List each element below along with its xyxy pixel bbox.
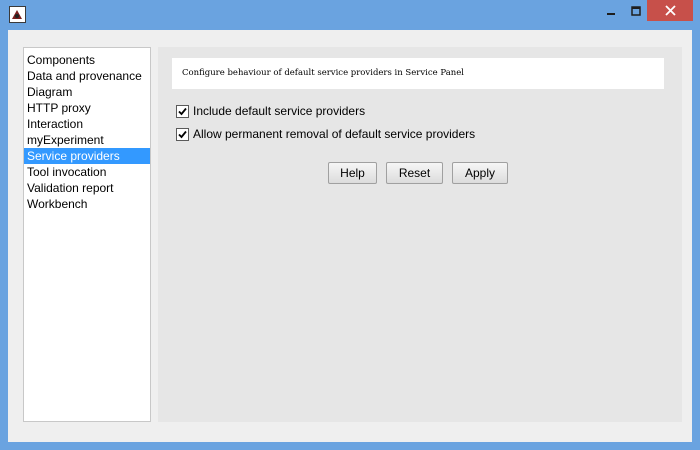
window-frame-bottom [0,442,700,450]
window-frame-right [692,30,700,450]
close-icon [664,5,676,16]
category-item-data-and-provenance[interactable]: Data and provenance [24,68,150,84]
apply-button[interactable]: Apply [452,162,508,184]
include-default-providers-checkbox[interactable] [176,104,189,118]
preferences-dialog: Components Data and provenance Diagram H… [8,30,692,442]
maximize-button[interactable] [622,0,649,21]
checkmark-icon [178,130,187,138]
title-bar[interactable] [0,0,700,30]
window-frame-left [0,30,8,450]
category-item-workbench[interactable]: Workbench [24,196,150,212]
allow-permanent-removal-checkbox[interactable] [176,127,189,141]
allow-permanent-removal-label: Allow permanent removal of default servi… [193,127,476,141]
include-default-providers-option[interactable]: Include default service providers [176,103,365,119]
help-button[interactable]: Help [328,162,377,184]
reset-button[interactable]: Reset [386,162,443,184]
allow-permanent-removal-option[interactable]: Allow permanent removal of default servi… [176,126,475,142]
category-item-diagram[interactable]: Diagram [24,84,150,100]
settings-panel: Configure behaviour of default service p… [158,47,682,422]
maximize-icon [630,5,641,16]
minimize-button[interactable] [597,0,624,21]
close-button[interactable] [647,0,693,21]
category-item-tool-invocation[interactable]: Tool invocation [24,164,150,180]
category-list[interactable]: Components Data and provenance Diagram H… [23,47,151,422]
checkmark-icon [178,107,187,115]
category-item-http-proxy[interactable]: HTTP proxy [24,100,150,116]
category-item-interaction[interactable]: Interaction [24,116,150,132]
app-icon[interactable] [9,6,26,23]
category-item-validation-report[interactable]: Validation report [24,180,150,196]
include-default-providers-label: Include default service providers [193,104,366,118]
category-item-service-providers[interactable]: Service providers [24,148,150,164]
category-item-myexperiment[interactable]: myExperiment [24,132,150,148]
panel-description: Configure behaviour of default service p… [182,68,464,78]
description-box: Configure behaviour of default service p… [172,58,664,89]
minimize-icon [606,12,615,15]
category-item-components[interactable]: Components [24,52,150,68]
